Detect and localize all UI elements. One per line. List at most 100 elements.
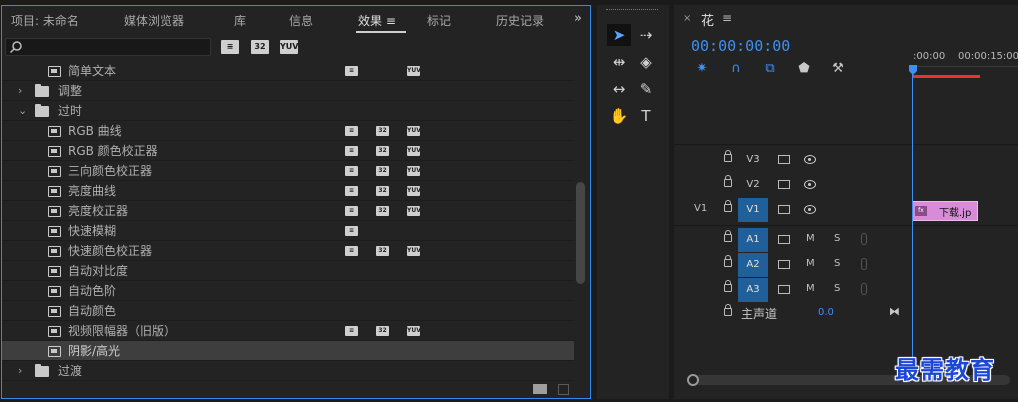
track-target-toggle[interactable]: V3 (738, 148, 768, 172)
ripple-edit-tool-icon[interactable]: ⇹ (607, 51, 631, 73)
effect-item-row[interactable]: RGB 颜色校正器 ≡ 32 YUV (2, 141, 574, 161)
track-target-toggle[interactable]: V2 (738, 173, 768, 197)
tab-history[interactable]: 历史记录 (496, 12, 544, 29)
track-target-toggle[interactable]: V1 (738, 198, 768, 222)
tab-markers[interactable]: 标记 (427, 12, 451, 29)
effect-item-row[interactable]: 简单文本 ≡ YUV (2, 61, 574, 81)
effect-item-row[interactable]: 亮度校正器 ≡ 32 YUV (2, 201, 574, 221)
solo-button[interactable]: S (834, 233, 840, 244)
lock-icon[interactable] (724, 304, 732, 316)
work-area-bar[interactable] (913, 75, 980, 78)
sync-lock-icon[interactable] (778, 205, 790, 214)
playhead-timecode[interactable]: 00:00:00:00 (691, 37, 790, 55)
hand-tool-icon[interactable]: ✋ (607, 105, 631, 127)
track-target-toggle[interactable]: A3 (738, 278, 768, 302)
chevron-down-icon[interactable]: ⌄ (18, 101, 28, 121)
effect-label: 亮度校正器 (68, 204, 129, 218)
solo-button[interactable]: S (834, 283, 840, 294)
eye-visibility-icon[interactable] (804, 205, 816, 214)
panel-grip-handle[interactable] (606, 9, 658, 11)
effect-item-row[interactable]: 阴影/高光 (2, 341, 574, 361)
track-select-tool-icon[interactable]: ⇢ (634, 24, 658, 46)
lock-icon[interactable] (724, 200, 732, 212)
type-tool-icon[interactable]: T (634, 105, 658, 127)
effect-item-row[interactable]: 三向颜色校正器 ≡ 32 YUV (2, 161, 574, 181)
wrench-settings-icon[interactable]: ⚒ (830, 61, 846, 77)
playhead-handle[interactable] (909, 65, 917, 75)
effect-item-row[interactable]: 视频限幅器（旧版） ≡ 32 YUV (2, 321, 574, 341)
effects-folder-row[interactable]: ⌄ 过时 (2, 101, 574, 121)
effect-item-row[interactable]: 快速颜色校正器 ≡ 32 YUV (2, 241, 574, 261)
mute-button[interactable]: M (806, 233, 815, 244)
time-ruler[interactable] (913, 66, 1018, 72)
microphone-icon[interactable] (861, 233, 867, 245)
slip-tool-icon[interactable]: ↔ (607, 78, 631, 100)
32bit-filter-button[interactable]: 32 (251, 40, 269, 54)
pen-tool-icon[interactable]: ✎ (634, 78, 658, 100)
effects-search-input[interactable] (5, 38, 211, 56)
zoom-scroll-handle[interactable] (687, 374, 699, 386)
chevron-right-icon[interactable]: › (18, 81, 28, 101)
linked-selection-icon[interactable]: ⧉ (762, 61, 778, 77)
lock-icon[interactable] (724, 255, 732, 267)
trash-icon[interactable] (558, 384, 569, 395)
search-icon (9, 41, 22, 54)
folder-icon (35, 104, 49, 117)
effects-folder-row[interactable]: › 调整 (2, 81, 574, 101)
effect-item-row[interactable]: RGB 曲线 ≡ 32 YUV (2, 121, 574, 141)
accelerated-effects-filter-button[interactable]: ≡ (221, 40, 239, 54)
master-volume-value[interactable]: 0.0 (818, 307, 834, 318)
accelerated-badge-icon: ≡ (345, 326, 358, 336)
source-patch[interactable]: V1 (694, 203, 707, 214)
panel-overflow-button[interactable]: » (574, 11, 582, 26)
video-clip[interactable]: fx 下载.jp (912, 201, 978, 221)
effect-item-row[interactable]: 自动色阶 (2, 281, 574, 301)
sync-lock-icon[interactable] (778, 285, 790, 294)
add-marker-icon[interactable]: ⬟ (796, 61, 812, 77)
razor-tool-icon[interactable]: ◈ (634, 51, 658, 73)
selection-tool-icon[interactable]: ➤ (607, 24, 631, 46)
nest-sequence-icon[interactable]: ✷ (694, 61, 710, 77)
sync-lock-icon[interactable] (778, 180, 790, 189)
effect-item-row[interactable]: 亮度曲线 ≡ 32 YUV (2, 181, 574, 201)
accelerated-badge-icon: ≡ (345, 186, 358, 196)
mute-button[interactable]: M (806, 258, 815, 269)
snap-magnet-icon[interactable]: ∩ (728, 61, 744, 77)
tab-project[interactable]: 项目: 未命名 (11, 12, 79, 29)
solo-button[interactable]: S (834, 258, 840, 269)
sequence-menu-icon[interactable]: ≡ (722, 11, 732, 25)
playhead-line (912, 73, 913, 385)
microphone-icon[interactable] (861, 283, 867, 295)
effects-folder-row[interactable]: › 过渡 (2, 361, 574, 381)
effects-search-row: ≡ 32 YUV (2, 34, 590, 60)
folder-icon (35, 364, 49, 377)
new-bin-folder-icon[interactable] (533, 384, 547, 394)
sync-lock-icon[interactable] (778, 260, 790, 269)
eye-visibility-icon[interactable] (804, 155, 816, 164)
microphone-icon[interactable] (861, 258, 867, 270)
eye-visibility-icon[interactable] (804, 180, 816, 189)
lock-icon[interactable] (724, 150, 732, 162)
track-target-toggle[interactable]: A2 (738, 253, 768, 277)
mute-button[interactable]: M (806, 283, 815, 294)
track-target-toggle[interactable]: A1 (738, 228, 768, 252)
go-to-out-point-icon[interactable]: ⧓ (889, 305, 900, 318)
sync-lock-icon[interactable] (778, 235, 790, 244)
lock-icon[interactable] (724, 175, 732, 187)
lock-icon[interactable] (724, 230, 732, 242)
effect-item-row[interactable]: 自动对比度 (2, 261, 574, 281)
tab-libraries[interactable]: 库 (234, 12, 246, 29)
chevron-right-icon[interactable]: › (18, 361, 28, 381)
lock-icon[interactable] (724, 280, 732, 292)
effect-item-row[interactable]: 快速模糊 ≡ (2, 221, 574, 241)
folder-label: 过时 (58, 104, 83, 118)
effects-vertical-scrollbar[interactable] (576, 182, 585, 284)
close-tab-icon[interactable]: × (683, 13, 691, 24)
tab-info[interactable]: 信息 (289, 12, 313, 29)
tab-effects[interactable]: 效果 ≡ (358, 12, 396, 29)
sequence-tab-title[interactable]: 花 (701, 10, 714, 29)
sync-lock-icon[interactable] (778, 155, 790, 164)
tab-media-browser[interactable]: 媒体浏览器 (124, 12, 184, 29)
yuv-filter-button[interactable]: YUV (280, 40, 298, 54)
effect-item-row[interactable]: 自动颜色 (2, 301, 574, 321)
